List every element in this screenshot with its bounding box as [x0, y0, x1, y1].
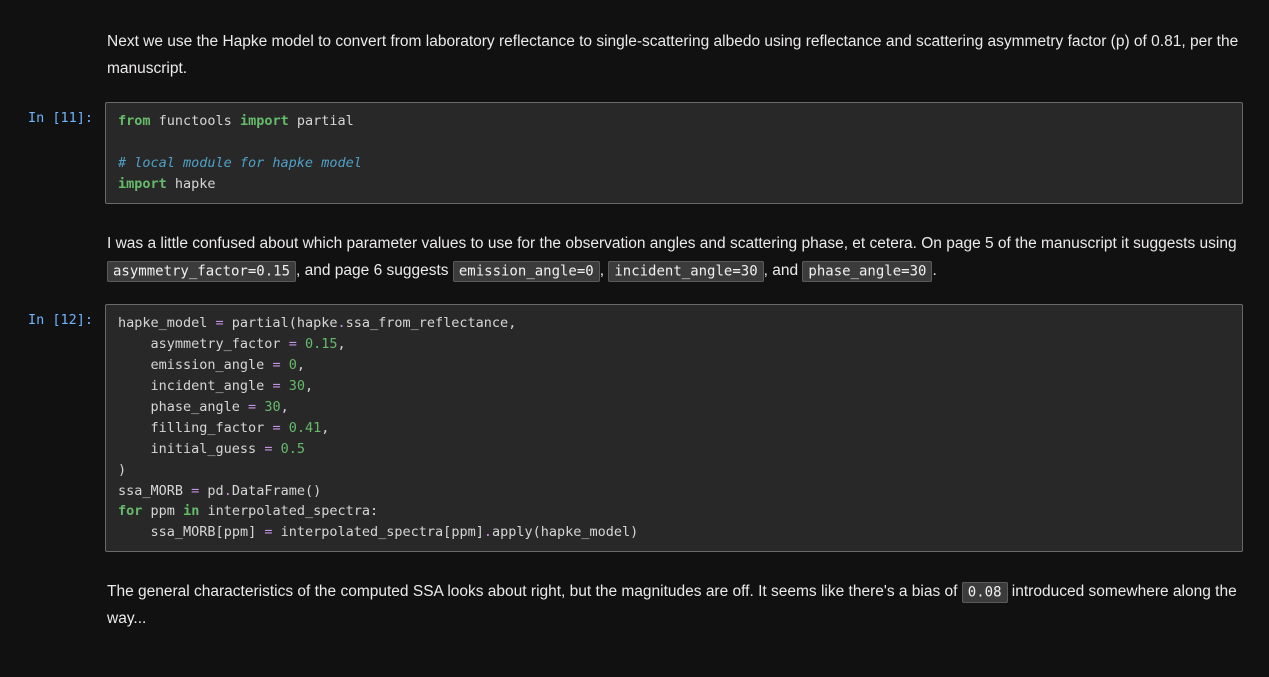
var-name: hapke_model — [118, 315, 207, 331]
code-body: hapke_model = partial(hapke.ssa_from_ref… — [105, 304, 1269, 552]
markdown-text: , and — [764, 262, 803, 279]
paren-open: ( — [305, 483, 313, 499]
keyword-import: import — [118, 176, 167, 192]
bracket-close: ] — [476, 524, 484, 540]
number: 0 — [289, 357, 297, 373]
code-cell: In [12]: hapke_model = partial(hapke.ssa… — [0, 298, 1269, 558]
module-ref: hapke — [297, 315, 338, 331]
keyword-import: import — [240, 113, 289, 129]
markdown-paragraph: Next we use the Hapke model to convert f… — [107, 28, 1267, 82]
cell-prompt-empty — [0, 226, 105, 232]
markdown-paragraph: The general characteristics of the compu… — [107, 578, 1267, 632]
operator-eq: = — [264, 441, 272, 457]
markdown-cell: The general characteristics of the compu… — [0, 568, 1269, 646]
markdown-body: The general characteristics of the compu… — [105, 574, 1269, 640]
bracket-open: [ — [216, 524, 224, 540]
colon: : — [370, 503, 378, 519]
paren-open: ( — [289, 315, 297, 331]
operator-eq: = — [207, 315, 231, 331]
number: 0.15 — [305, 336, 338, 352]
comma: , — [321, 420, 329, 436]
kwarg: filling_factor — [118, 420, 272, 436]
indent — [118, 524, 151, 540]
operator-eq: = — [272, 357, 280, 373]
call-name: DataFrame — [232, 483, 305, 499]
markdown-body: Next we use the Hapke model to convert f… — [105, 24, 1269, 90]
markdown-paragraph: I was a little confused about which para… — [107, 230, 1267, 284]
call-name: partial — [232, 315, 289, 331]
number: 0.41 — [289, 420, 322, 436]
bracket-close: ] — [248, 524, 256, 540]
paren-open: ( — [533, 524, 541, 540]
kwarg: incident_angle — [118, 378, 272, 394]
comma: , — [337, 336, 345, 352]
markdown-body: I was a little confused about which para… — [105, 226, 1269, 292]
comma: , — [281, 399, 289, 415]
imported-name: partial — [297, 113, 354, 129]
method-name: apply — [492, 524, 533, 540]
kwarg: phase_angle — [118, 399, 248, 415]
kwarg: initial_guess — [118, 441, 264, 457]
paren-close: ) — [630, 524, 638, 540]
code-body: from functools import partial # local mo… — [105, 102, 1269, 204]
comment: # local module for hapke model — [118, 155, 362, 171]
var-name: ssa_MORB — [151, 524, 216, 540]
module-ref: pd — [207, 483, 223, 499]
keyword-from: from — [118, 113, 151, 129]
comma: , — [508, 315, 516, 331]
cell-prompt: In [11]: — [0, 102, 105, 130]
operator-eq: = — [272, 420, 280, 436]
markdown-text: , and page 6 suggests — [296, 262, 453, 279]
paren-close: ) — [118, 462, 126, 478]
iter-name: interpolated_spectra — [207, 503, 370, 519]
inline-code: phase_angle=30 — [802, 261, 932, 282]
markdown-text: The general characteristics of the compu… — [107, 583, 962, 600]
inline-code: asymmetry_factor=0.15 — [107, 261, 296, 282]
cell-prompt-empty — [0, 574, 105, 580]
code-cell: In [11]: from functools import partial #… — [0, 96, 1269, 210]
notebook: Next we use the Hapke model to convert f… — [0, 0, 1269, 677]
number: 30 — [264, 399, 280, 415]
markdown-cell: Next we use the Hapke model to convert f… — [0, 18, 1269, 96]
inline-code: incident_angle=30 — [608, 261, 763, 282]
number: 0.5 — [281, 441, 305, 457]
var-name: ssa_MORB — [118, 483, 183, 499]
cell-prompt: In [12]: — [0, 304, 105, 332]
keyword-for: for — [118, 503, 142, 519]
markdown-text: . — [932, 262, 936, 279]
var-name: interpolated_spectra — [281, 524, 444, 540]
inline-code: 0.08 — [962, 582, 1008, 603]
index-name: ppm — [224, 524, 248, 540]
paren-close: ) — [313, 483, 321, 499]
module-name: functools — [159, 113, 232, 129]
cell-prompt-empty — [0, 24, 105, 30]
index-name: ppm — [451, 524, 475, 540]
operator-eq: = — [183, 483, 207, 499]
operator-eq: = — [289, 336, 297, 352]
dot: . — [337, 315, 345, 331]
dot: . — [484, 524, 492, 540]
operator-eq: = — [272, 378, 280, 394]
operator-eq: = — [248, 399, 256, 415]
comma: , — [305, 378, 313, 394]
code-input[interactable]: from functools import partial # local mo… — [105, 102, 1243, 204]
markdown-cell: I was a little confused about which para… — [0, 220, 1269, 298]
keyword-in: in — [183, 503, 199, 519]
module-name: hapke — [175, 176, 216, 192]
number: 30 — [289, 378, 305, 394]
loop-var: ppm — [151, 503, 175, 519]
code-input[interactable]: hapke_model = partial(hapke.ssa_from_ref… — [105, 304, 1243, 552]
arg-name: hapke_model — [541, 524, 630, 540]
markdown-text: I was a little confused about which para… — [107, 235, 1237, 252]
kwarg: asymmetry_factor — [118, 336, 289, 352]
attr-name: ssa_from_reflectance — [346, 315, 509, 331]
inline-code: emission_angle=0 — [453, 261, 600, 282]
dot: . — [224, 483, 232, 499]
kwarg: emission_angle — [118, 357, 272, 373]
comma: , — [297, 357, 305, 373]
operator-eq: = — [256, 524, 280, 540]
